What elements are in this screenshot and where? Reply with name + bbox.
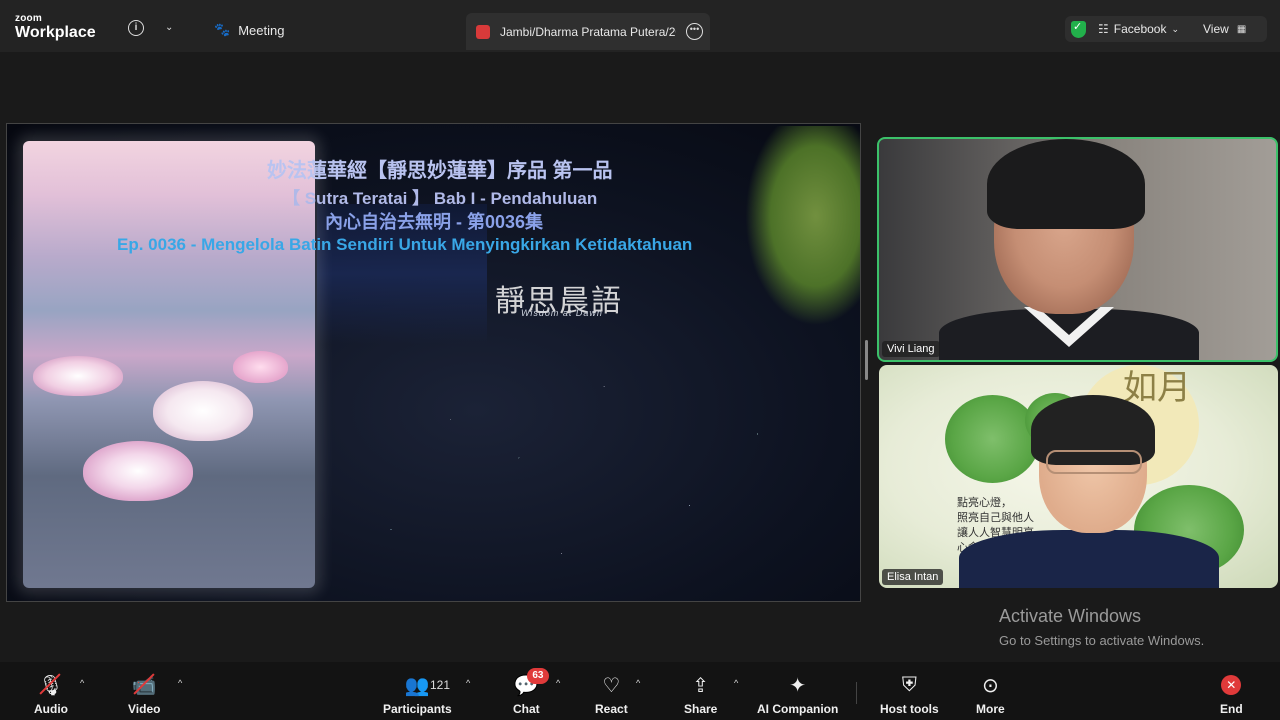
share-screen-icon: ⇪ (692, 674, 710, 697)
more-icon: ⊙ (981, 674, 999, 697)
sparkle-icon: ✦ (789, 674, 807, 697)
video-tile-speaker[interactable]: Vivi Liang (877, 137, 1278, 362)
slide-episode-title: Ep. 0036 - Mengelola Batin Sendiri Untuk… (117, 235, 693, 254)
meeting-tab-title: Jambi/Dharma Pratama Putera/20 (500, 24, 676, 39)
audio-button[interactable]: 🎙 Audio (34, 670, 68, 716)
share-label: Share (684, 702, 718, 716)
paw-icon: 🐾 (214, 22, 231, 37)
zoom-window: zoom Workplace i ⌄ 🐾 Meeting Jambi/Dharm… (0, 0, 1280, 720)
participants-options-caret[interactable]: ^ (466, 678, 470, 688)
calligraphy-subtitle: Wisdom at Dawn (521, 308, 603, 318)
poem-line: 照亮自己與他人 (957, 511, 1034, 524)
participants-button[interactable]: 👥 Participants (383, 670, 452, 717)
video-options-caret[interactable]: ^ (178, 678, 182, 688)
logo-line2: Workplace (15, 24, 96, 41)
chat-icon: 💬 63 (514, 668, 549, 700)
participants-label: Participants (383, 702, 452, 716)
participant-name-tag: Elisa Intan (882, 569, 944, 585)
share-button[interactable]: ⇪ Share (684, 670, 718, 717)
grid-view-icon[interactable]: ▦ (1237, 24, 1246, 35)
share-options-caret[interactable]: ^ (734, 678, 738, 688)
react-options-caret[interactable]: ^ (636, 678, 640, 688)
heart-icon: ♡ (602, 674, 621, 697)
participants-icon: 👥 (404, 674, 430, 697)
poem-line: 點亮心燈， (957, 496, 1012, 509)
end-button[interactable]: ✕ End (1220, 670, 1243, 716)
slide-title-chinese: 妙法蓮華經【靜思妙蓮華】序品 第一品 (267, 160, 613, 182)
participant-name-tag: Vivi Liang (882, 341, 940, 357)
toolbar-divider (856, 682, 857, 704)
zoom-logo: zoom Workplace (15, 14, 96, 41)
video-tile-participant[interactable]: 如月 點亮心燈， 照亮自己與他人 讓人人智慧明亮 心念善良 Elisa Inta… (879, 365, 1278, 588)
logo-line1: zoom (15, 13, 42, 24)
meeting-tab[interactable]: Jambi/Dharma Pratama Putera/20 ••• (466, 13, 710, 50)
meeting-menu[interactable]: 🐾 Meeting (214, 22, 284, 38)
lotus-flower (33, 356, 123, 396)
split-resize-handle[interactable] (865, 340, 868, 380)
shared-screen[interactable]: 妙法蓮華經【靜思妙蓮華】序品 第一品 【 Sutra Teratai 】 Bab… (6, 123, 861, 602)
more-button[interactable]: ⊙ More (976, 670, 1005, 717)
participants-count: 121 (430, 678, 451, 692)
meeting-controls-toolbar: 🎙 Audio ^ 📹 Video ^ 👥 Participants 121 ^… (0, 662, 1280, 720)
shield-icon: ⛨ (901, 673, 917, 696)
camera-off-icon: 📹 (131, 673, 157, 697)
end-call-icon: ✕ (1221, 670, 1242, 700)
chevron-down-icon[interactable]: ⌄ (1171, 24, 1179, 35)
participant-video (1046, 450, 1142, 474)
chat-label: Chat (513, 702, 540, 716)
more-label: More (976, 702, 1005, 716)
watermark-title: Activate Windows (999, 606, 1142, 626)
host-tools-button[interactable]: ⛨ Host tools (880, 670, 939, 717)
shield-check-icon[interactable] (1071, 20, 1086, 38)
meeting-label: Meeting (238, 22, 285, 38)
top-bar: zoom Workplace i ⌄ 🐾 Meeting Jambi/Dharm… (0, 0, 1280, 52)
react-button[interactable]: ♡ React (595, 670, 628, 717)
lotus-leaf-image (945, 395, 1040, 483)
ai-companion-button[interactable]: ✦ AI Companion (757, 670, 839, 717)
host-tools-label: Host tools (880, 702, 939, 716)
meeting-status-pill: ☷ Facebook ⌄ View ▦ (1065, 16, 1267, 42)
video-button[interactable]: 📹 Video (128, 670, 160, 716)
end-label: End (1220, 702, 1243, 716)
react-label: React (595, 702, 628, 716)
record-icon (476, 24, 490, 39)
chevron-down-icon[interactable]: ⌄ (165, 22, 173, 33)
audio-label: Audio (34, 702, 68, 716)
stream-target[interactable]: Facebook (1114, 22, 1167, 36)
chat-options-caret[interactable]: ^ (556, 678, 560, 688)
participant-video (959, 530, 1219, 588)
view-button[interactable]: View (1203, 22, 1229, 36)
livestream-icon: ☷ (1098, 22, 1109, 36)
slide-subtitle: 【 Sutra Teratai 】 Bab I - Pendahuluan (283, 189, 598, 208)
info-icon[interactable]: i (128, 20, 144, 36)
chat-unread-badge: 63 (526, 668, 549, 684)
more-options-icon[interactable]: ••• (686, 23, 703, 40)
windows-activation-watermark: Activate Windows Go to Settings to activ… (999, 606, 1204, 648)
lotus-flower (83, 441, 193, 501)
video-label: Video (128, 702, 161, 716)
chat-button[interactable]: 💬 63 Chat (513, 668, 549, 716)
microphone-muted-icon: 🎙 (38, 673, 64, 697)
lotus-flower (233, 351, 288, 383)
ai-companion-label: AI Companion (757, 702, 839, 716)
lotus-flower (153, 381, 253, 441)
watermark-subtitle: Go to Settings to activate Windows. (999, 633, 1205, 648)
lotus-image (23, 141, 315, 588)
bodhi-leaf-image (745, 126, 860, 326)
slide-episode-chinese: 內心自治去無明 - 第0036集 (325, 212, 544, 232)
participant-video (987, 139, 1145, 229)
audio-options-caret[interactable]: ^ (80, 678, 84, 688)
virtual-background-text: 如月 (1123, 368, 1191, 408)
